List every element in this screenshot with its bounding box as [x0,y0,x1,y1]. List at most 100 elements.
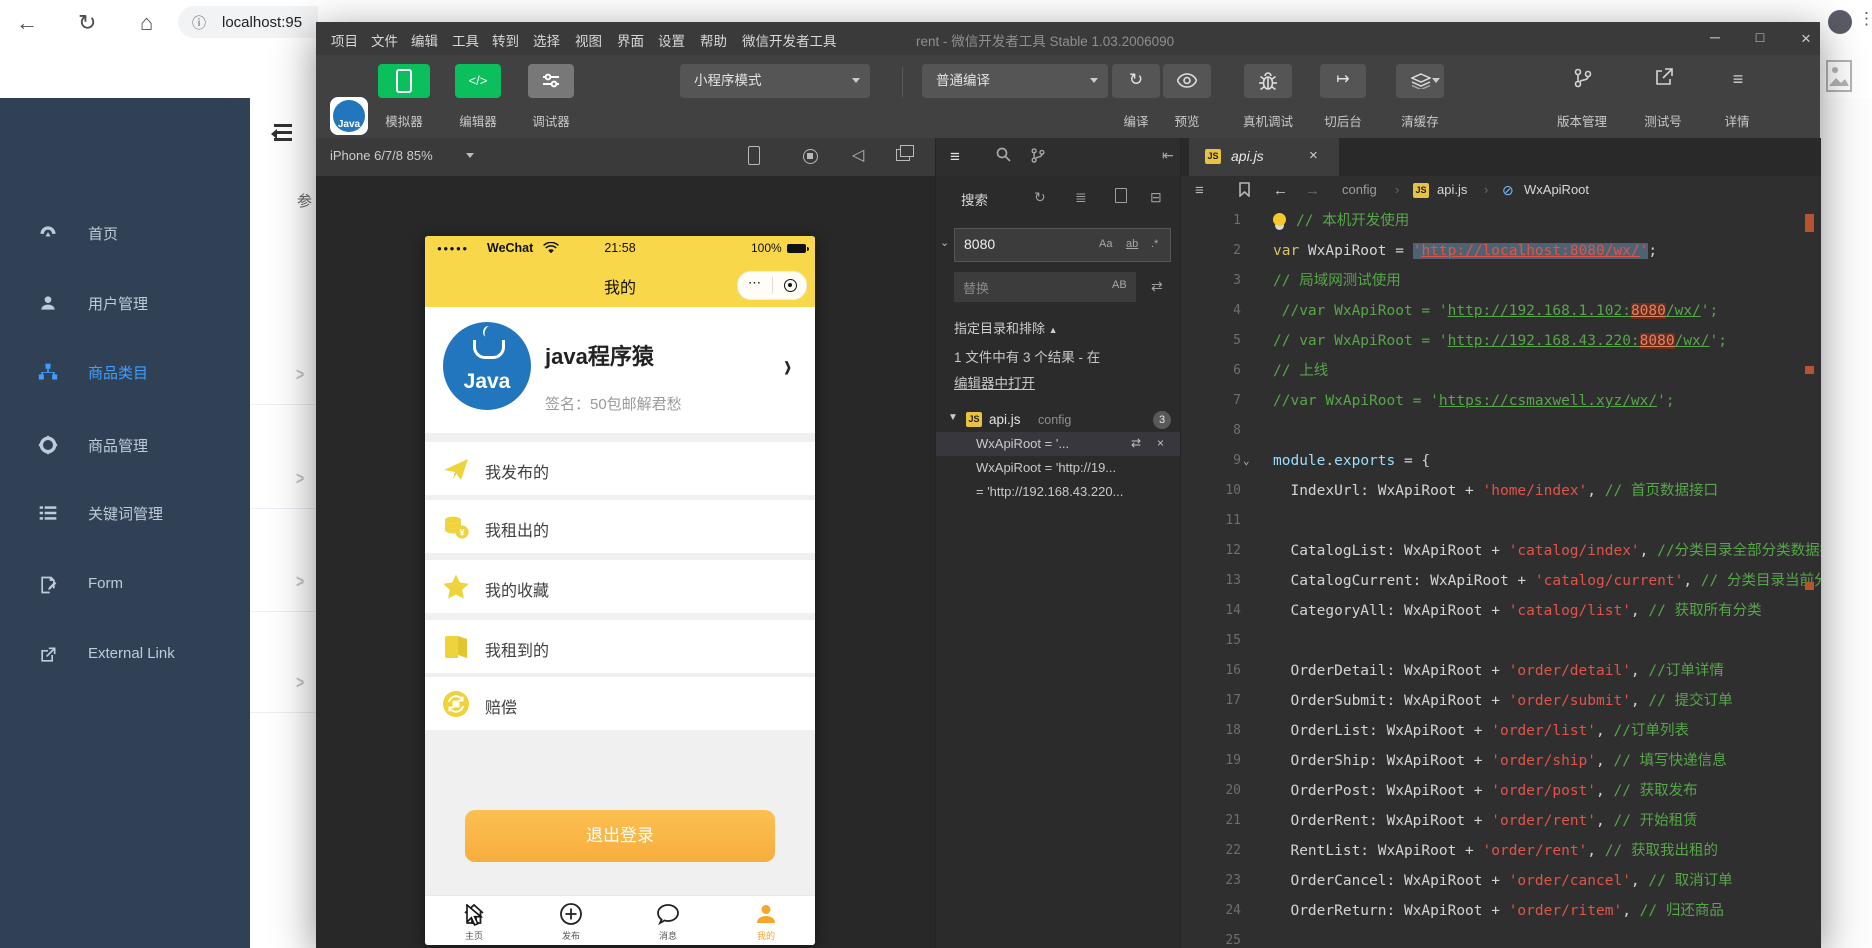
profile-card[interactable]: Java java程序猿 签名：50包邮解君愁 › [425,307,815,433]
sidebar-item-users[interactable]: 用户管理 [0,280,250,326]
code-line[interactable]: 6// 上线 [1181,356,1821,386]
fold-icon[interactable]: ⌄ [1243,446,1250,476]
lightbulb-icon[interactable] [1273,213,1286,226]
code-line[interactable]: 16 OrderDetail: WxApiRoot + 'order/detai… [1181,656,1821,686]
menu-project[interactable]: 项目 [331,30,358,50]
git-panel-icon[interactable] [1031,147,1045,164]
collapse-panel-icon[interactable]: ⇤ [1162,147,1174,164]
real-device-debug-button[interactable] [1244,64,1292,98]
compile-button[interactable]: ↻ [1112,64,1160,98]
search-input[interactable]: 8080 Aa ab .* [954,228,1171,262]
to-background-button[interactable]: ↦ [1320,64,1366,98]
menu-file[interactable]: 文件 [371,30,398,50]
row-expand-icon[interactable]: > [296,468,304,489]
code-line[interactable]: 10 IndexUrl: WxApiRoot + 'home/index', /… [1181,476,1821,506]
search-result-row[interactable]: WxApiRoot = '... ⇄ × [936,432,1181,456]
logout-button[interactable]: 退出登录 [465,810,775,862]
record-icon[interactable] [803,149,818,167]
search-result-row[interactable]: WxApiRoot = 'http://19... [936,456,1181,480]
code-line[interactable]: 13 CatalogCurrent: WxApiRoot + 'catalog/… [1181,566,1821,596]
code-line[interactable]: 15 [1181,626,1821,656]
version-control-button[interactable] [1570,66,1596,92]
replace-input[interactable]: 替换 AB [954,272,1136,302]
new-search-editor-icon[interactable] [1115,188,1127,206]
row-expand-icon[interactable]: > [296,364,304,385]
menu-select[interactable]: 选择 [533,30,560,50]
code-line[interactable]: 1// 本机开发使用 [1181,206,1821,236]
maximize-icon[interactable]: □ [1745,29,1775,45]
close-icon[interactable]: × [1791,29,1821,49]
sound-icon[interactable]: ◁ [852,145,864,165]
regex-icon[interactable]: .* [1151,238,1158,250]
menu-my-rentals[interactable]: 我租到的 [425,620,815,673]
outline-icon[interactable]: ≡ [1195,182,1204,199]
simulator-toggle-button[interactable] [378,64,430,98]
collapse-sidebar-icon[interactable] [266,124,292,142]
code-line[interactable]: 5// var WxApiRoot = 'http://192.168.43.2… [1181,326,1821,356]
menu-wechat-devtools[interactable]: 微信开发者工具 [742,30,837,50]
tab-api-js[interactable]: JS api.js × [1189,138,1339,176]
refresh-results-icon[interactable]: ↻ [1034,189,1046,206]
preserve-case-icon[interactable]: AB [1112,279,1127,291]
menu-goto[interactable]: 转到 [492,30,519,50]
compile-mode-dropdown[interactable]: 普通编译 [922,64,1108,98]
code-line[interactable]: 8 [1181,416,1821,446]
sidebar-item-products[interactable]: 商品管理 [0,422,250,468]
code-line[interactable]: 25 [1181,926,1821,948]
details-button[interactable]: ≡ [1725,66,1751,92]
test-account-button[interactable] [1651,66,1677,92]
tab-messages[interactable]: 消息 [633,896,703,945]
sidebar-item-home[interactable]: 首页 [0,210,250,256]
preview-button[interactable] [1163,64,1211,98]
match-case-icon[interactable]: Aa [1099,238,1112,250]
sidebar-item-form[interactable]: Form [0,562,250,608]
list-panel-icon[interactable]: ≡ [950,147,960,167]
menu-help[interactable]: 帮助 [700,30,727,50]
code-line[interactable]: 23 OrderCancel: WxApiRoot + 'order/cance… [1181,866,1821,896]
code-line[interactable]: 12 CatalogList: WxApiRoot + 'catalog/ind… [1181,536,1821,566]
clear-results-icon[interactable]: ≣ [1075,189,1087,206]
code-line[interactable]: 21 OrderRent: WxApiRoot + 'order/rent', … [1181,806,1821,836]
address-bar[interactable]: ⓘ localhost:95 [178,6,318,38]
code-line[interactable]: 9⌄module.exports = { [1181,446,1821,476]
toggle-replace-icon[interactable]: ⌄ [940,236,949,249]
search-file-row[interactable]: ▼ JS api.js config 3 [936,408,1181,432]
code-line[interactable]: 22 RentList: WxApiRoot + 'order/rent', /… [1181,836,1821,866]
devtools-titlebar[interactable]: 项目 文件 编辑 工具 转到 选择 视图 界面 设置 帮助 微信开发者工具 re… [316,22,1820,55]
row-expand-icon[interactable]: > [296,672,304,693]
exit-miniprogram-icon[interactable] [784,279,797,292]
mode-dropdown[interactable]: 小程序模式 [680,64,870,98]
collapse-all-icon[interactable]: ⊟ [1150,189,1162,206]
menu-my-rented-out[interactable]: ¥ 我租出的 [425,500,815,553]
code-line[interactable]: 2var WxApiRoot = 'http://localhost:8080/… [1181,236,1821,266]
search-panel-icon[interactable] [996,147,1011,162]
menu-view[interactable]: 视图 [575,30,602,50]
code-line[interactable]: 20 OrderPost: WxApiRoot + 'order/post', … [1181,776,1821,806]
device-selector[interactable]: iPhone 6/7/8 85% [330,148,433,163]
multi-window-icon[interactable] [896,149,910,164]
row-expand-icon[interactable]: > [296,571,304,592]
code-line[interactable]: 4 //var WxApiRoot = 'http://192.168.1.10… [1181,296,1821,326]
tab-publish[interactable]: 发布 [536,896,606,945]
nav-back-icon[interactable]: ← [1273,182,1288,199]
code-line[interactable]: 19 OrderShip: WxApiRoot + 'order/ship', … [1181,746,1821,776]
capsule-menu[interactable]: ⋯ [737,271,807,300]
site-info-icon[interactable]: ⓘ [192,13,206,33]
minimize-icon[interactable]: ─ [1700,29,1730,45]
sidebar-item-keywords[interactable]: 关键词管理 [0,490,250,536]
code-line[interactable]: 18 OrderList: WxApiRoot + 'order/list', … [1181,716,1821,746]
menu-tools[interactable]: 工具 [452,30,479,50]
breadcrumb-dir[interactable]: config [1342,182,1377,197]
replace-match-icon[interactable]: ⇄ [1131,436,1141,450]
nav-forward-icon[interactable]: → [1305,182,1320,199]
back-icon[interactable]: ← [16,0,38,45]
tab-mine[interactable]: 我的 [731,896,801,945]
breadcrumb-file[interactable]: api.js [1437,182,1467,197]
code-line[interactable]: 14 CategoryAll: WxApiRoot + 'catalog/lis… [1181,596,1821,626]
sidebar-item-external-link[interactable]: External Link [0,632,250,678]
browser-profile-avatar[interactable] [1828,10,1852,34]
menu-settings[interactable]: 设置 [658,30,685,50]
device-frame-icon[interactable] [748,146,760,168]
code-line[interactable]: 17 OrderSubmit: WxApiRoot + 'order/submi… [1181,686,1821,716]
home-icon[interactable]: ⌂ [140,0,153,45]
